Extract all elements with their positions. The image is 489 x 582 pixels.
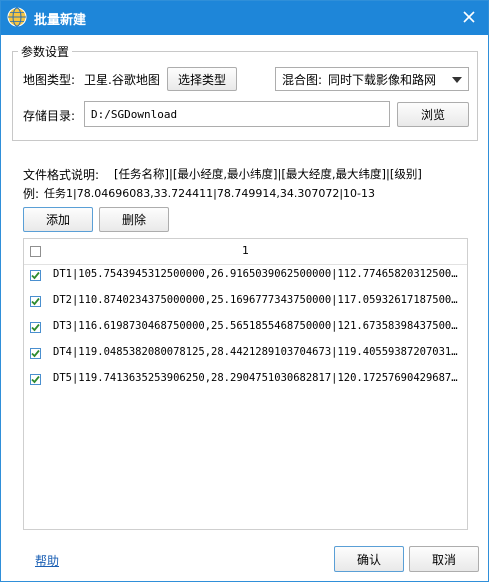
save-dir-input[interactable] [84,101,390,127]
browse-button[interactable]: 浏览 [397,102,469,127]
globe-app-icon [7,7,27,27]
map-type-value: 卫星.谷歌地图 [84,73,160,87]
row-checkbox[interactable] [30,322,41,333]
close-button[interactable] [458,6,480,28]
row-text: DT4|119.0485382080078125,28.442128910370… [53,346,463,358]
list-header: 1 [24,239,467,265]
check-icon [31,375,40,384]
check-icon [31,271,40,280]
select-type-button[interactable]: 选择类型 [167,67,237,91]
example-label: 例: [23,187,40,201]
window-title: 批量新建 [34,13,87,28]
help-link[interactable]: 帮助 [35,552,59,569]
cancel-button[interactable]: 取消 [409,546,479,572]
add-button[interactable]: 添加 [23,207,93,232]
row-checkbox[interactable] [30,348,41,359]
select-all-checkbox[interactable] [30,246,41,257]
confirm-button[interactable]: 确认 [334,546,404,572]
row-checkbox[interactable] [30,270,41,281]
task-list[interactable]: 1 DT1|105.7543945312500000,26.9165039062… [23,238,468,530]
delete-button[interactable]: 删除 [99,207,169,232]
row-text: DT3|116.6198730468750000,25.565185546875… [53,320,463,332]
row-text: DT5|119.7413635253906250,28.290475103068… [53,372,463,384]
close-icon [463,11,475,23]
batch-create-dialog: 批量新建 参数设置 地图类型: 卫星.谷歌地图 选择类型 混合图: 同时下载影像… [0,0,489,582]
row-text: DT1|105.7543945312500000,26.916503906250… [53,268,463,280]
column-header: 1 [242,244,249,257]
list-item[interactable]: DT5|119.7413635253906250,28.290475103068… [24,369,467,391]
list-item[interactable]: DT4|119.0485382080078125,28.442128910370… [24,343,467,365]
format-desc-value: [任务名称]|[最小经度,最小纬度]|[最大经度,最大纬度]|[级别] [114,167,422,181]
example-value: 任务1|78.04696083,33.724411|78.749914,34.3… [44,187,376,200]
list-item[interactable]: DT3|116.6198730468750000,25.565185546875… [24,317,467,339]
mix-combo-value: 同时下载影像和路网 [328,72,437,87]
params-group-title: 参数设置 [18,43,73,60]
params-groupbox: 参数设置 地图类型: 卫星.谷歌地图 选择类型 混合图: 同时下载影像和路网 存… [12,43,478,141]
format-desc-label: 文件格式说明: [23,168,100,182]
row-checkbox[interactable] [30,374,41,385]
list-item[interactable]: DT1|105.7543945312500000,26.916503906250… [24,265,467,287]
row-checkbox[interactable] [30,296,41,307]
check-icon [31,297,40,306]
chevron-down-icon [452,77,462,83]
save-dir-label: 存储目录: [23,109,76,123]
list-item[interactable]: DT2|110.8740234375000000,25.169677734375… [24,291,467,313]
row-text: DT2|110.8740234375000000,25.169677734375… [53,294,463,306]
mix-combo-label: 混合图: [282,72,323,87]
mix-combo[interactable]: 混合图: 同时下载影像和路网 [275,67,469,91]
check-icon [31,323,40,332]
title-bar[interactable]: 批量新建 [1,1,488,35]
map-type-label: 地图类型: [23,73,76,87]
check-icon [31,349,40,358]
